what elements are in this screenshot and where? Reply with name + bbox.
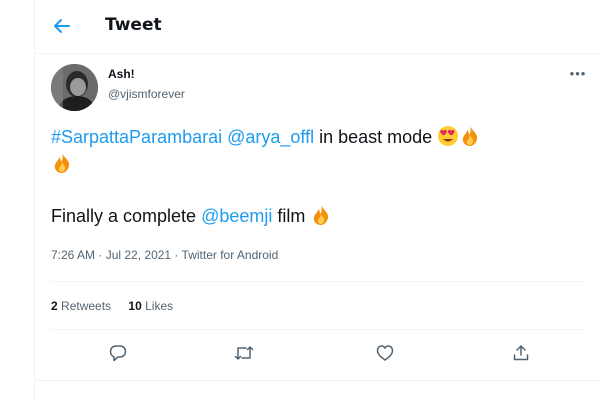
tweet-date[interactable]: Jul 22, 2021 — [106, 248, 171, 262]
hashtag-link[interactable]: #SarpattaParambarai — [51, 127, 222, 147]
like-icon[interactable] — [372, 340, 398, 366]
likes-count: 10 — [128, 299, 142, 313]
tweet-text: Finally a complete — [51, 206, 202, 226]
page-title: Tweet — [105, 15, 162, 35]
tweet-meta: 7:26 AM · Jul 22, 2021 · Twitter for And… — [51, 248, 278, 262]
page-header: Tweet — [35, 0, 600, 54]
tweet-text-line-1: #SarpattaParambarai @arya_offl in beast … — [51, 124, 481, 150]
tweet-text: film — [272, 206, 311, 226]
avatar[interactable] — [51, 64, 98, 111]
mention-link[interactable]: @beemji — [201, 206, 272, 226]
fire-emoji-icon — [51, 152, 73, 174]
reply-icon[interactable] — [105, 340, 131, 366]
timeline-column: Tweet Ash! @vjismforever ••• #SarpattaPa… — [34, 0, 600, 400]
tweet-time[interactable]: 7:26 AM — [51, 248, 95, 262]
tweet-text-line-2 — [51, 151, 73, 177]
author-handle[interactable]: @vjismforever — [108, 87, 185, 101]
share-icon[interactable] — [508, 340, 534, 366]
more-options-icon[interactable]: ••• — [565, 66, 591, 84]
retweets-stat[interactable]: 2 Retweets — [51, 299, 111, 313]
likes-stat[interactable]: 10 Likes — [128, 299, 173, 313]
tweet-page: Tweet Ash! @vjismforever ••• #SarpattaPa… — [0, 0, 600, 400]
tweet-text-line-3: Finally a complete @beemji film — [51, 203, 332, 229]
tweet-text: in beast mode — [314, 127, 438, 147]
divider — [51, 329, 585, 330]
retweets-count: 2 — [51, 299, 58, 313]
divider — [51, 281, 585, 282]
retweet-icon[interactable] — [231, 340, 257, 366]
arrow-left-icon[interactable] — [49, 13, 75, 39]
meta-separator: · — [171, 248, 182, 262]
tweet-stats: 2 Retweets 10 Likes — [51, 299, 187, 313]
author-name[interactable]: Ash! — [108, 67, 135, 81]
mention-link[interactable]: @arya_offl — [227, 127, 314, 147]
tweet-source[interactable]: Twitter for Android — [182, 248, 279, 262]
retweets-label: Retweets — [61, 299, 112, 313]
likes-label: Likes — [145, 299, 174, 313]
divider — [35, 380, 600, 381]
meta-separator: · — [95, 248, 106, 262]
fire-emoji-icon — [310, 204, 332, 226]
fire-emoji-icon — [459, 125, 481, 147]
heart-eyes-emoji-icon — [437, 125, 459, 147]
